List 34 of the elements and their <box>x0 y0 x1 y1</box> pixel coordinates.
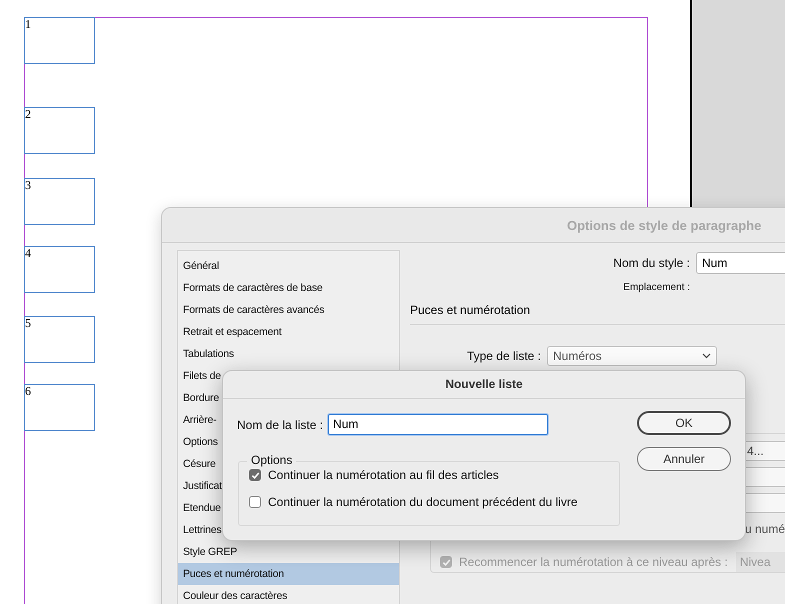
checkbox[interactable] <box>249 496 261 508</box>
checkbox-label: Recommencer la numérotation à ce niveau après : <box>459 555 728 569</box>
window-title: Options de style de paragraphe <box>162 208 785 243</box>
caret-icon <box>702 353 711 359</box>
checkbox-label: Continuer la numérotation au fil des articles <box>268 468 499 482</box>
checkbox-label: Continuer la numérotation du document précédent du livre <box>268 495 578 509</box>
field-label: Nom du style : <box>612 256 690 270</box>
window-title: Nouvelle liste <box>223 371 745 399</box>
style-name-field[interactable]: Num <box>696 252 785 274</box>
category-item[interactable]: Formats de caractères avancés <box>178 299 399 321</box>
category-item[interactable]: Retrait et espacement <box>178 321 399 343</box>
category-item[interactable]: Tabulations <box>178 343 399 365</box>
field-label: Nom de la liste : <box>237 418 324 432</box>
category-item[interactable]: Puces et numérotation <box>178 563 399 585</box>
section-title: Puces et numérotation <box>410 303 785 325</box>
list-type-dropdown[interactable]: Numéros <box>547 346 717 366</box>
category-item[interactable]: Formats de caractères de base <box>178 277 399 299</box>
field-label: Type de liste : <box>466 349 541 363</box>
text-frame[interactable]: 6 <box>24 384 95 431</box>
checkbox[interactable] <box>249 469 261 481</box>
category-item[interactable]: Général <box>178 255 399 277</box>
group-title: Options <box>247 453 296 467</box>
text-frame[interactable]: 4 <box>24 246 95 293</box>
text-frame[interactable]: 5 <box>24 316 95 363</box>
text-frame[interactable]: 3 <box>24 178 95 225</box>
category-item[interactable]: Couleur des caractères <box>178 585 399 604</box>
field-label: u numé <box>744 522 785 536</box>
category-item[interactable]: Style GREP <box>178 541 399 563</box>
text-frame[interactable]: 2 <box>24 107 95 154</box>
text-frame[interactable]: 1 <box>24 17 95 64</box>
field-label: Emplacement : <box>622 282 690 292</box>
ok-button[interactable]: OK <box>637 411 731 435</box>
cancel-button[interactable]: Annuler <box>637 447 731 471</box>
list-name-field[interactable]: Num <box>328 414 548 435</box>
